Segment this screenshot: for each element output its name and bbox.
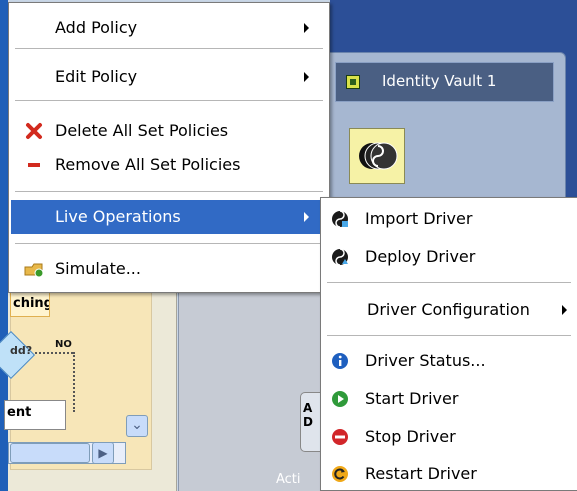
decision-node-text: dd? (10, 344, 33, 357)
menu-item-label: Import Driver (365, 209, 473, 228)
menu-item-label: Edit Policy (55, 67, 138, 86)
menu-item-label: Add Policy (55, 18, 138, 37)
horizontal-scroll-thumb[interactable] (10, 443, 90, 463)
scroll-right-button[interactable]: ▶ (92, 442, 114, 464)
submenu-arrow-icon (562, 305, 567, 315)
identity-vault-title: Identity Vault 1 (382, 72, 497, 90)
menu-item-label: Restart Driver (365, 464, 477, 483)
menu-item-simulate[interactable]: Simulate... (11, 252, 327, 286)
menu-item-label: Start Driver (365, 389, 459, 408)
entity-node[interactable]: ent (4, 400, 66, 430)
menu-item-import-driver[interactable]: Import Driver (323, 202, 575, 236)
scroll-down-button[interactable]: ⌄ (126, 415, 148, 437)
stop-icon (332, 429, 348, 445)
context-menu: Add Policy Edit Policy Delete All Set Po… (8, 2, 330, 293)
submenu-arrow-icon (304, 72, 309, 82)
vault-icon (346, 75, 360, 89)
menu-separator (15, 191, 323, 192)
menu-item-edit-policy[interactable]: Edit Policy (11, 60, 327, 94)
center-panel (178, 280, 331, 491)
bottom-label: Acti (276, 472, 301, 487)
menu-item-deploy-driver[interactable]: Deploy Driver (323, 240, 575, 274)
menu-separator (15, 48, 323, 49)
live-operations-submenu: Import Driver Deploy Driver Driver Confi… (320, 197, 577, 491)
flow-step-label[interactable]: ching (10, 291, 50, 317)
import-driver-icon (332, 210, 348, 228)
submenu-arrow-icon (304, 23, 309, 33)
deploy-driver-icon (332, 248, 348, 266)
menu-item-add-policy[interactable]: Add Policy (11, 11, 327, 45)
flow-connector (35, 352, 73, 354)
red-minus-icon (28, 163, 40, 167)
menu-item-label: Stop Driver (365, 427, 456, 446)
menu-item-label: Driver Status... (365, 351, 486, 370)
menu-separator (15, 243, 323, 244)
driver-set-glyph (359, 142, 398, 170)
menu-item-restart-driver[interactable]: Restart Driver (323, 457, 575, 491)
submenu-arrow-icon (304, 212, 309, 222)
menu-item-driver-configuration[interactable]: Driver Configuration (323, 293, 575, 327)
red-x-icon (26, 123, 42, 139)
menu-item-stop-driver[interactable]: Stop Driver (323, 420, 575, 454)
no-branch-label: NO (55, 339, 72, 350)
menu-item-label: Remove All Set Policies (55, 155, 241, 174)
identity-vault-title-bar[interactable]: Identity Vault 1 (335, 62, 554, 102)
info-icon (332, 353, 348, 369)
menu-item-start-driver[interactable]: Start Driver (323, 382, 575, 416)
menu-item-remove-all-set-policies[interactable]: Remove All Set Policies (11, 148, 327, 182)
menu-item-driver-status[interactable]: Driver Status... (323, 344, 575, 378)
menu-separator (327, 282, 571, 283)
menu-separator (327, 335, 571, 336)
menu-item-label: Deploy Driver (365, 247, 476, 266)
menu-separator (15, 100, 323, 101)
menu-item-label: Live Operations (55, 207, 181, 226)
restart-icon (332, 466, 348, 482)
flow-connector-vertical (73, 352, 75, 412)
menu-item-label: Driver Configuration (367, 300, 530, 319)
start-icon (332, 391, 348, 407)
menu-item-delete-all-set-policies[interactable]: Delete All Set Policies (11, 114, 327, 148)
menu-item-label: Simulate... (55, 259, 141, 278)
simulate-icon (24, 263, 44, 278)
menu-item-label: Delete All Set Policies (55, 121, 229, 140)
menu-item-live-operations[interactable]: Live Operations (11, 200, 327, 234)
driver-set-icon[interactable] (349, 128, 405, 184)
